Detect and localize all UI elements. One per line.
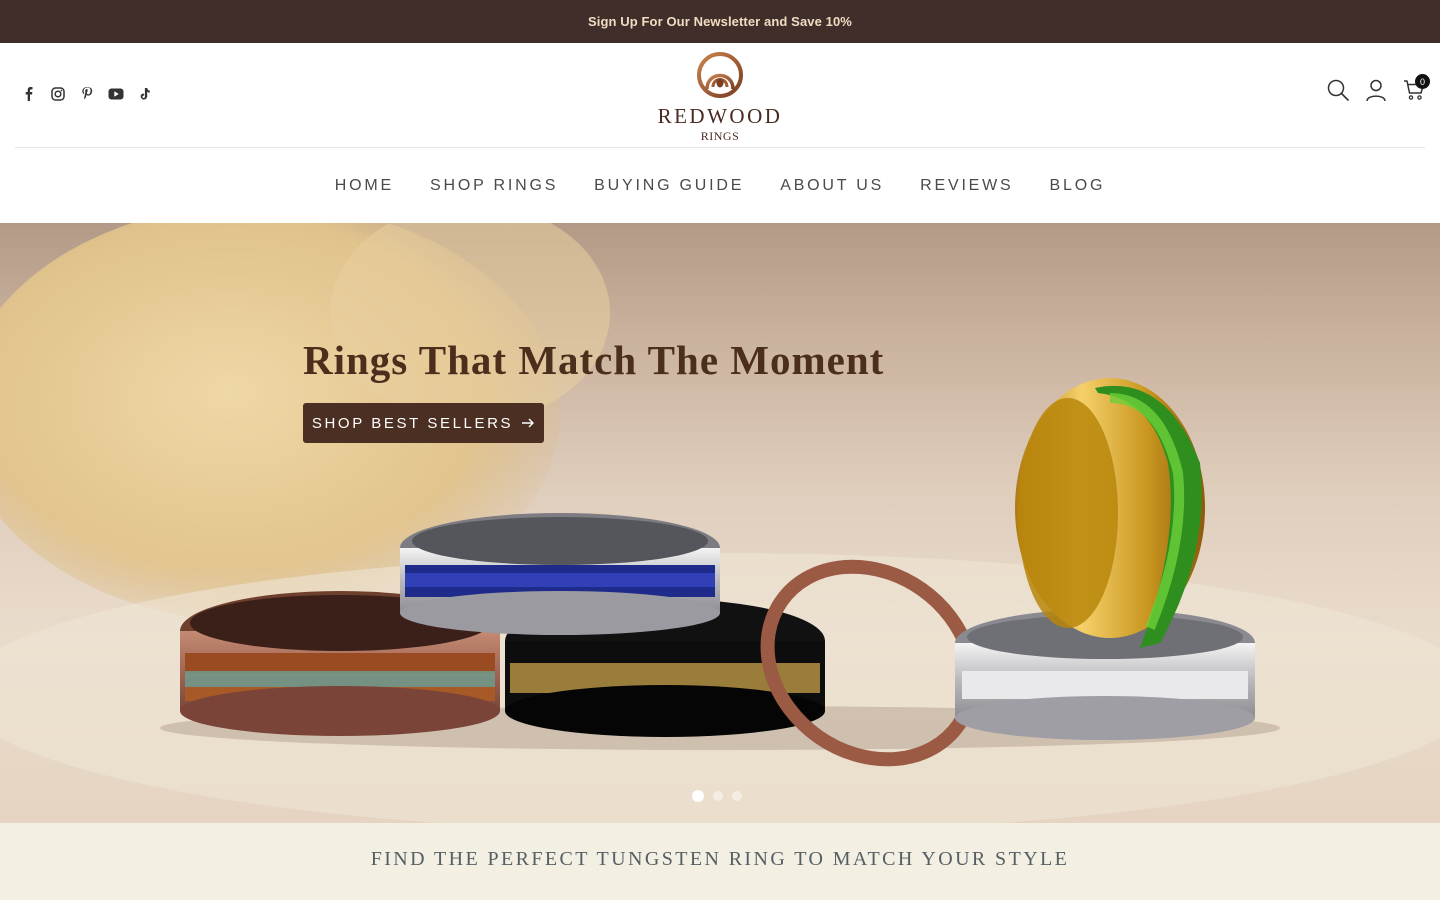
- arrow-right-icon: [522, 418, 535, 428]
- header-actions: 0: [1326, 74, 1430, 103]
- social-links: [20, 85, 153, 102]
- search-icon[interactable]: [1326, 77, 1350, 103]
- cta-label: SHOP BEST SELLERS: [311, 414, 514, 432]
- logo-sub-text: RINGS: [700, 129, 740, 143]
- hero-rings-image: [0, 223, 1440, 823]
- tiktok-icon[interactable]: [136, 85, 153, 102]
- slide-dot-1[interactable]: [692, 790, 704, 802]
- account-icon[interactable]: [1364, 77, 1388, 103]
- main-nav: HOME SHOP RINGS BUYING GUIDE ABOUT US RE…: [0, 148, 1440, 223]
- nav-item-reviews[interactable]: REVIEWS: [920, 177, 1013, 195]
- nav-item-shop-rings[interactable]: SHOP RINGS: [430, 177, 558, 195]
- nav-item-blog[interactable]: BLOG: [1050, 177, 1106, 195]
- slide-dot-3[interactable]: [732, 791, 742, 801]
- logo-mark-icon: [697, 52, 743, 98]
- announcement-text[interactable]: Sign Up For Our Newsletter and Save 10%: [588, 14, 852, 29]
- tagline-band: FIND THE PERFECT TUNGSTEN RING TO MATCH …: [0, 823, 1440, 900]
- facebook-icon[interactable]: [20, 85, 37, 102]
- announcement-bar[interactable]: Sign Up For Our Newsletter and Save 10%: [0, 0, 1440, 43]
- slide-dot-2[interactable]: [713, 791, 723, 801]
- nav-item-buying-guide[interactable]: BUYING GUIDE: [594, 177, 744, 195]
- shop-best-sellers-button[interactable]: SHOP BEST SELLERS: [303, 403, 544, 443]
- nav-item-about-us[interactable]: ABOUT US: [780, 177, 884, 195]
- site-header: REDWOOD RINGS 0: [0, 43, 1440, 148]
- tagline-text: FIND THE PERFECT TUNGSTEN RING TO MATCH …: [370, 848, 1070, 870]
- cart-icon[interactable]: 0: [1402, 74, 1430, 103]
- youtube-icon[interactable]: [107, 85, 124, 102]
- slide-pagination: [692, 790, 742, 802]
- logo-brand-text: REDWOOD: [657, 104, 783, 128]
- pinterest-icon[interactable]: [78, 85, 95, 102]
- cart-count-badge: 0: [1415, 74, 1430, 89]
- nav-item-home[interactable]: HOME: [335, 177, 394, 195]
- instagram-icon[interactable]: [49, 85, 66, 102]
- brand-logo[interactable]: REDWOOD RINGS: [640, 49, 800, 143]
- hero-title: Rings That Match The Moment: [303, 337, 885, 383]
- hero-slideshow[interactable]: Rings That Match The Moment SHOP BEST SE…: [0, 223, 1440, 823]
